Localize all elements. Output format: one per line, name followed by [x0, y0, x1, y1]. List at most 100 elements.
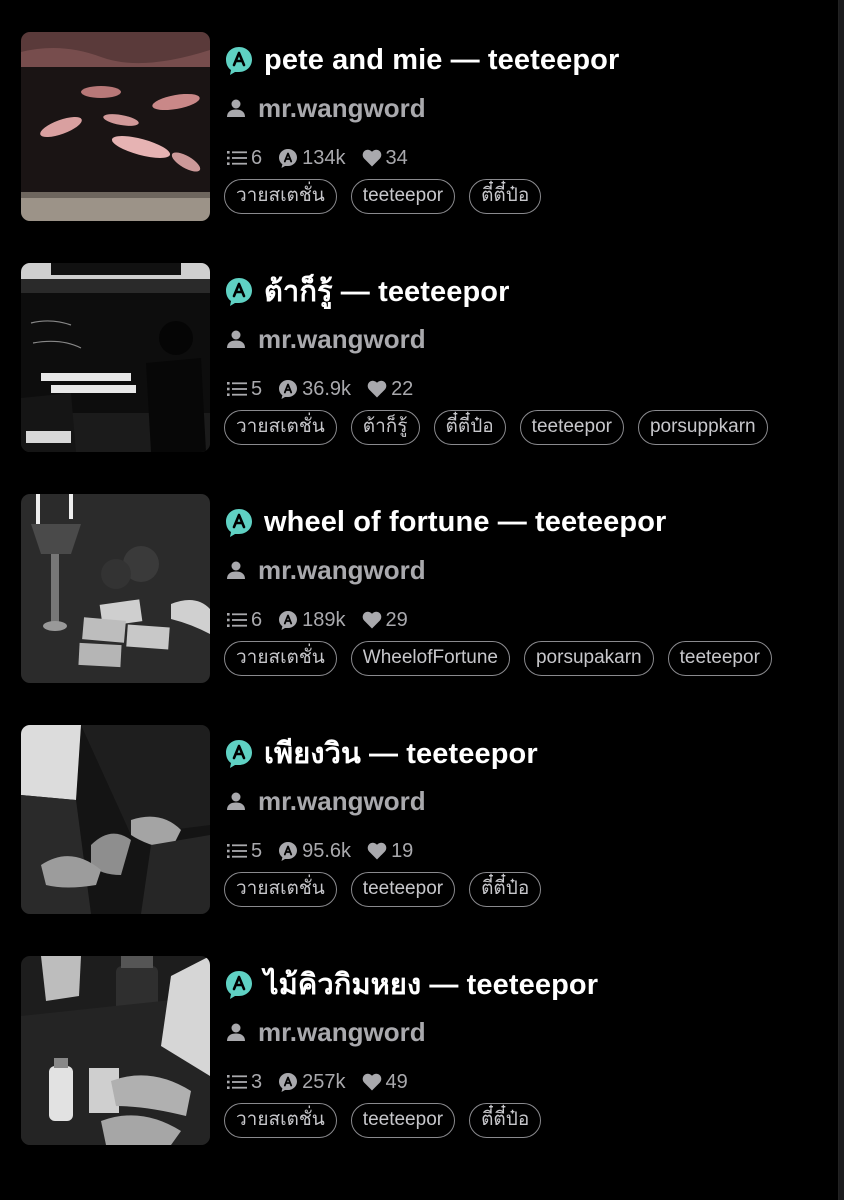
story-card-mai-khiu-kim-yong[interactable]: ไม้คิวกิมหยง — teeteepor mr.wangword 3 2… [0, 956, 838, 1146]
parts-stat: 6 [227, 147, 262, 170]
author-row[interactable]: mr.wangword [226, 1014, 426, 1050]
heart-icon [362, 611, 382, 629]
story-cover-image[interactable] [21, 494, 210, 683]
author-row[interactable]: mr.wangword [226, 783, 426, 819]
reads-count: 189k [302, 608, 346, 631]
reads-count: 36.9k [302, 377, 352, 400]
reads-count: 257k [302, 1070, 346, 1093]
tag-list: วายสเตชั่น ต้าก็รู้ ตี๋ตี๋ป๋อ teeteepor … [224, 410, 802, 450]
story-card-wheel-of-fortune[interactable]: wheel of fortune — teeteepor mr.wangword… [0, 494, 838, 684]
votes-count: 19 [391, 839, 414, 862]
list-icon [227, 150, 247, 166]
reads-count: 95.6k [302, 839, 352, 862]
tag-chip[interactable]: teeteepor [350, 179, 456, 214]
reads-stat: 257k [278, 1070, 346, 1094]
tag-list: วายสเตชั่น teeteepor ตี๋ตี๋ป๋อ [224, 872, 802, 912]
reads-bubble-icon [278, 148, 298, 168]
person-icon [226, 329, 246, 349]
author-row[interactable]: mr.wangword [226, 90, 426, 126]
story-stats: 5 95.6k 19 [227, 837, 429, 865]
circle-a-badge-icon [224, 969, 254, 999]
story-card-phiang-win[interactable]: เพียงวิน — teeteepor mr.wangword 5 95.6k… [0, 725, 838, 915]
circle-a-badge-icon [224, 507, 254, 537]
parts-count: 3 [251, 1070, 263, 1093]
parts-stat: 5 [227, 378, 262, 401]
list-icon [227, 843, 247, 859]
reads-count: 134k [302, 146, 346, 169]
tag-chip[interactable]: teeteepor [350, 1103, 456, 1138]
story-cover-image[interactable] [21, 263, 210, 452]
author-name[interactable]: mr.wangword [258, 786, 426, 817]
story-title-row[interactable]: pete and mie — teeteepor [224, 40, 619, 80]
story-stats: 6 134k 34 [227, 144, 424, 172]
tag-chip[interactable]: วายสเตชั่น [224, 872, 337, 907]
tag-list: วายสเตชั่น WheelofFortune porsupakarn te… [224, 641, 802, 681]
reads-stat: 134k [278, 146, 346, 170]
reads-stat: 189k [278, 608, 346, 632]
tag-chip[interactable]: ตี๋ตี๋ป๋อ [469, 1103, 542, 1138]
story-title[interactable]: เพียงวิน — teeteepor [264, 730, 538, 776]
circle-a-badge-icon [224, 45, 254, 75]
votes-stat: 34 [362, 147, 408, 170]
heart-icon [367, 380, 387, 398]
tag-chip[interactable]: ตี๋ตี๋ป๋อ [433, 410, 506, 445]
tag-chip[interactable]: ต้าก็รู้ [350, 410, 420, 445]
story-title-row[interactable]: ต้าก็รู้ — teeteepor [224, 271, 510, 311]
story-list: pete and mie — teeteepor mr.wangword 6 1… [0, 0, 839, 1200]
story-card-pete-and-mie[interactable]: pete and mie — teeteepor mr.wangword 6 1… [0, 32, 838, 222]
tag-chip[interactable]: WheelofFortune [350, 641, 510, 676]
votes-stat: 19 [367, 840, 413, 863]
person-icon [226, 1022, 246, 1042]
parts-count: 5 [251, 839, 263, 862]
tag-chip[interactable]: ตี๋ตี๋ป๋อ [469, 872, 542, 907]
reads-stat: 36.9k [278, 378, 351, 401]
tag-chip[interactable]: วายสเตชั่น [224, 1103, 337, 1138]
list-icon [227, 612, 247, 628]
tag-chip[interactable]: teeteepor [519, 410, 624, 445]
story-cover-image[interactable] [21, 725, 210, 914]
author-row[interactable]: mr.wangword [226, 321, 426, 357]
tag-chip[interactable]: ตี๋ตี๋ป๋อ [469, 179, 542, 214]
tag-chip[interactable]: porsupakarn [523, 641, 654, 676]
person-icon [226, 791, 246, 811]
story-title[interactable]: ต้าก็รู้ — teeteepor [264, 268, 510, 314]
tag-chip[interactable]: วายสเตชั่น [224, 179, 337, 214]
author-name[interactable]: mr.wangword [258, 324, 426, 355]
author-name[interactable]: mr.wangword [258, 555, 426, 586]
tag-chip[interactable]: วายสเตชั่น [224, 410, 337, 445]
person-icon [226, 560, 246, 580]
story-cover-image[interactable] [21, 956, 210, 1145]
story-stats: 6 189k 29 [227, 606, 424, 634]
heart-icon [367, 842, 387, 860]
parts-count: 5 [251, 377, 263, 400]
author-name[interactable]: mr.wangword [258, 93, 426, 124]
reads-bubble-icon [278, 841, 298, 861]
tag-list: วายสเตชั่น teeteepor ตี๋ตี๋ป๋อ [224, 179, 802, 219]
tag-chip[interactable]: วายสเตชั่น [224, 641, 337, 676]
reads-bubble-icon [278, 379, 298, 399]
reads-bubble-icon [278, 610, 298, 630]
story-title-row[interactable]: เพียงวิน — teeteepor [224, 733, 538, 773]
parts-count: 6 [251, 146, 263, 169]
tag-chip[interactable]: teeteepor [667, 641, 772, 676]
story-title[interactable]: wheel of fortune — teeteepor [264, 506, 666, 539]
parts-count: 6 [251, 608, 263, 631]
tag-list: วายสเตชั่น teeteepor ตี๋ตี๋ป๋อ [224, 1103, 802, 1143]
votes-stat: 29 [362, 609, 408, 632]
circle-a-badge-icon [224, 276, 254, 306]
person-icon [226, 98, 246, 118]
story-cover-image[interactable] [21, 32, 210, 221]
story-title-row[interactable]: ไม้คิวกิมหยง — teeteepor [224, 964, 598, 1004]
story-card-ta-ko-ru[interactable]: ต้าก็รู้ — teeteepor mr.wangword 5 36.9k… [0, 263, 838, 453]
story-title[interactable]: pete and mie — teeteepor [264, 44, 619, 77]
votes-count: 49 [385, 1070, 408, 1093]
parts-stat: 6 [227, 609, 262, 632]
story-title-row[interactable]: wheel of fortune — teeteepor [224, 502, 666, 542]
parts-stat: 3 [227, 1071, 262, 1094]
votes-count: 29 [385, 608, 408, 631]
tag-chip[interactable]: porsuppkarn [637, 410, 768, 445]
tag-chip[interactable]: teeteepor [350, 872, 456, 907]
author-row[interactable]: mr.wangword [226, 552, 426, 588]
author-name[interactable]: mr.wangword [258, 1017, 426, 1048]
story-title[interactable]: ไม้คิวกิมหยง — teeteepor [264, 961, 598, 1007]
